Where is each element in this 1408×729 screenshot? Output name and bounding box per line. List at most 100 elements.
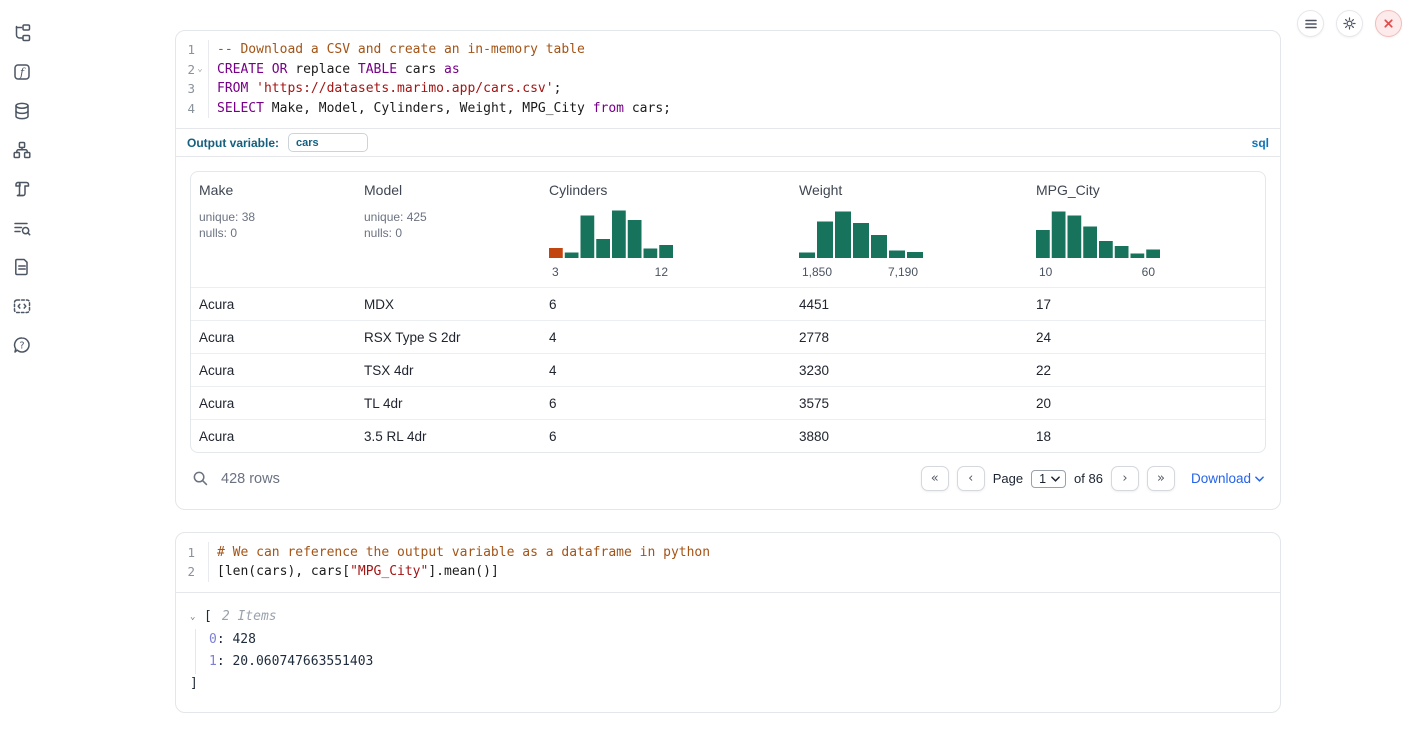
- document-icon: [12, 257, 32, 277]
- column-stats: unique: 38nulls: 0: [199, 209, 348, 241]
- page-total-label: of 86: [1074, 471, 1103, 486]
- tree-collapse-icon[interactable]: ⌄: [190, 607, 200, 627]
- table-row: Acura3.5 RL 4dr6388018: [191, 419, 1265, 452]
- column-header-Weight[interactable]: Weight 1,8507,190: [791, 172, 1028, 287]
- table-cell: 3880: [791, 429, 1028, 444]
- next-page-button[interactable]: ›: [1111, 466, 1139, 491]
- sidebar: f: [0, 0, 44, 729]
- table-cell: 2778: [791, 330, 1028, 345]
- help-icon: ?: [12, 335, 32, 355]
- table-cell: TL 4dr: [356, 396, 541, 411]
- table-cell: 20: [1028, 396, 1264, 411]
- code-line[interactable]: 3FROM 'https://datasets.marimo.app/cars.…: [176, 79, 1280, 99]
- column-header-MPG_City[interactable]: MPG_City 1060: [1028, 172, 1264, 287]
- code-text: # We can reference the output variable a…: [209, 545, 710, 560]
- tree-bracket-open: [: [204, 607, 212, 627]
- table-cell: 24: [1028, 330, 1264, 345]
- shutdown-x-icon: [1382, 17, 1395, 30]
- table-cell: Acura: [191, 297, 356, 312]
- sql-cell: 1-- Download a CSV and create an in-memo…: [175, 30, 1281, 510]
- sidebar-item-search-logs[interactable]: [11, 217, 33, 239]
- histogram-chart: [799, 206, 923, 258]
- table-cell: MDX: [356, 297, 541, 312]
- python-cell-output: ⌄ [ 2 Items 0: 4281: 20.060747663551403 …: [176, 592, 1280, 712]
- column-title: Make: [199, 182, 348, 198]
- search-icon[interactable]: [192, 470, 209, 487]
- table-cell: Acura: [191, 330, 356, 345]
- sidebar-item-datasources[interactable]: [11, 100, 33, 122]
- column-title: Cylinders: [549, 182, 783, 198]
- table-cell: TSX 4dr: [356, 363, 541, 378]
- settings-button[interactable]: [1336, 10, 1363, 37]
- table-row: AcuraTL 4dr6357520: [191, 386, 1265, 419]
- code-line[interactable]: 1# We can reference the output variable …: [176, 542, 1280, 562]
- function-icon: f: [12, 62, 32, 82]
- table-cell: 6: [541, 297, 791, 312]
- sql-cell-footer: Output variable: sql: [176, 128, 1280, 156]
- table-cell: 3230: [791, 363, 1028, 378]
- column-header-Model[interactable]: Modelunique: 425nulls: 0: [356, 172, 541, 287]
- line-number: 2: [176, 62, 195, 77]
- line-number: 1: [176, 42, 195, 57]
- download-button[interactable]: Download: [1191, 471, 1264, 486]
- python-code-editor[interactable]: 1# We can reference the output variable …: [176, 533, 1280, 591]
- shutdown-button[interactable]: [1375, 10, 1402, 37]
- prev-page-button[interactable]: ‹: [957, 466, 985, 491]
- sidebar-item-dependency-graph[interactable]: [11, 139, 33, 161]
- table-cell: RSX Type S 2dr: [356, 330, 541, 345]
- table-cell: 3.5 RL 4dr: [356, 429, 541, 444]
- code-line[interactable]: 4SELECT Make, Model, Cylinders, Weight, …: [176, 99, 1280, 119]
- column-title: MPG_City: [1036, 182, 1256, 198]
- tree-item: 0: 428: [209, 629, 1266, 652]
- menu-button[interactable]: [1297, 10, 1324, 37]
- menu-icon: [1304, 17, 1318, 31]
- line-number: 2: [176, 564, 195, 579]
- line-number-gutter: 2⌄: [176, 60, 209, 80]
- python-cell: 1# We can reference the output variable …: [175, 532, 1281, 712]
- code-text: FROM 'https://datasets.marimo.app/cars.c…: [209, 81, 561, 96]
- last-page-button[interactable]: »: [1147, 466, 1175, 491]
- line-number: 4: [176, 101, 195, 116]
- download-label: Download: [1191, 471, 1251, 486]
- output-variable-input[interactable]: [288, 133, 368, 152]
- column-histogram: 1060: [1036, 206, 1164, 279]
- column-title: Weight: [799, 182, 1020, 198]
- column-histogram: 312: [549, 206, 677, 279]
- code-line[interactable]: 1-- Download a CSV and create an in-memo…: [176, 40, 1280, 60]
- table-row: AcuraMDX6445117: [191, 287, 1265, 320]
- row-count: 428 rows: [221, 471, 280, 487]
- notebook: 1-- Download a CSV and create an in-memo…: [175, 0, 1281, 713]
- chevron-down-icon: [1051, 476, 1060, 482]
- first-page-button[interactable]: «: [921, 466, 949, 491]
- sidebar-item-logs[interactable]: [11, 178, 33, 200]
- sidebar-item-documentation[interactable]: [11, 256, 33, 278]
- table-cell: 18: [1028, 429, 1264, 444]
- line-number-gutter: 1: [176, 40, 209, 60]
- language-badge: sql: [1252, 136, 1269, 150]
- sidebar-item-help[interactable]: ?: [11, 334, 33, 356]
- histogram-range-labels: 1060: [1036, 263, 1164, 279]
- line-number-gutter: 4: [176, 99, 209, 119]
- fold-chevron-icon[interactable]: ⌄: [195, 65, 205, 74]
- chevron-down-icon: [1255, 476, 1264, 482]
- code-line[interactable]: 2⌄CREATE OR replace TABLE cars as: [176, 60, 1280, 80]
- database-icon: [12, 101, 32, 121]
- column-header-Make[interactable]: Make unique: 38nulls: 0: [191, 172, 356, 287]
- code-line[interactable]: 2[len(cars), cars["MPG_City"].mean()]: [176, 562, 1280, 582]
- page-select[interactable]: 1: [1031, 470, 1066, 488]
- column-header-Cylinders[interactable]: Cylinders 312: [541, 172, 791, 287]
- svg-text:?: ?: [19, 340, 24, 351]
- histogram-range-labels: 1,8507,190: [799, 263, 927, 279]
- table-cell: 3575: [791, 396, 1028, 411]
- page-value: 1: [1039, 472, 1046, 486]
- tree-items-count: 2 Items: [222, 607, 277, 627]
- sql-code-editor[interactable]: 1-- Download a CSV and create an in-memo…: [176, 31, 1280, 128]
- histogram-chart: [549, 206, 673, 258]
- table-body: AcuraMDX6445117AcuraRSX Type S 2dr427782…: [191, 287, 1265, 452]
- sidebar-item-file-tree[interactable]: [11, 22, 33, 44]
- sidebar-item-scratchpad[interactable]: f: [11, 61, 33, 83]
- sidebar-item-snippets[interactable]: [11, 295, 33, 317]
- page-label: Page: [993, 471, 1023, 486]
- table-cell: 6: [541, 429, 791, 444]
- table-cell: Acura: [191, 363, 356, 378]
